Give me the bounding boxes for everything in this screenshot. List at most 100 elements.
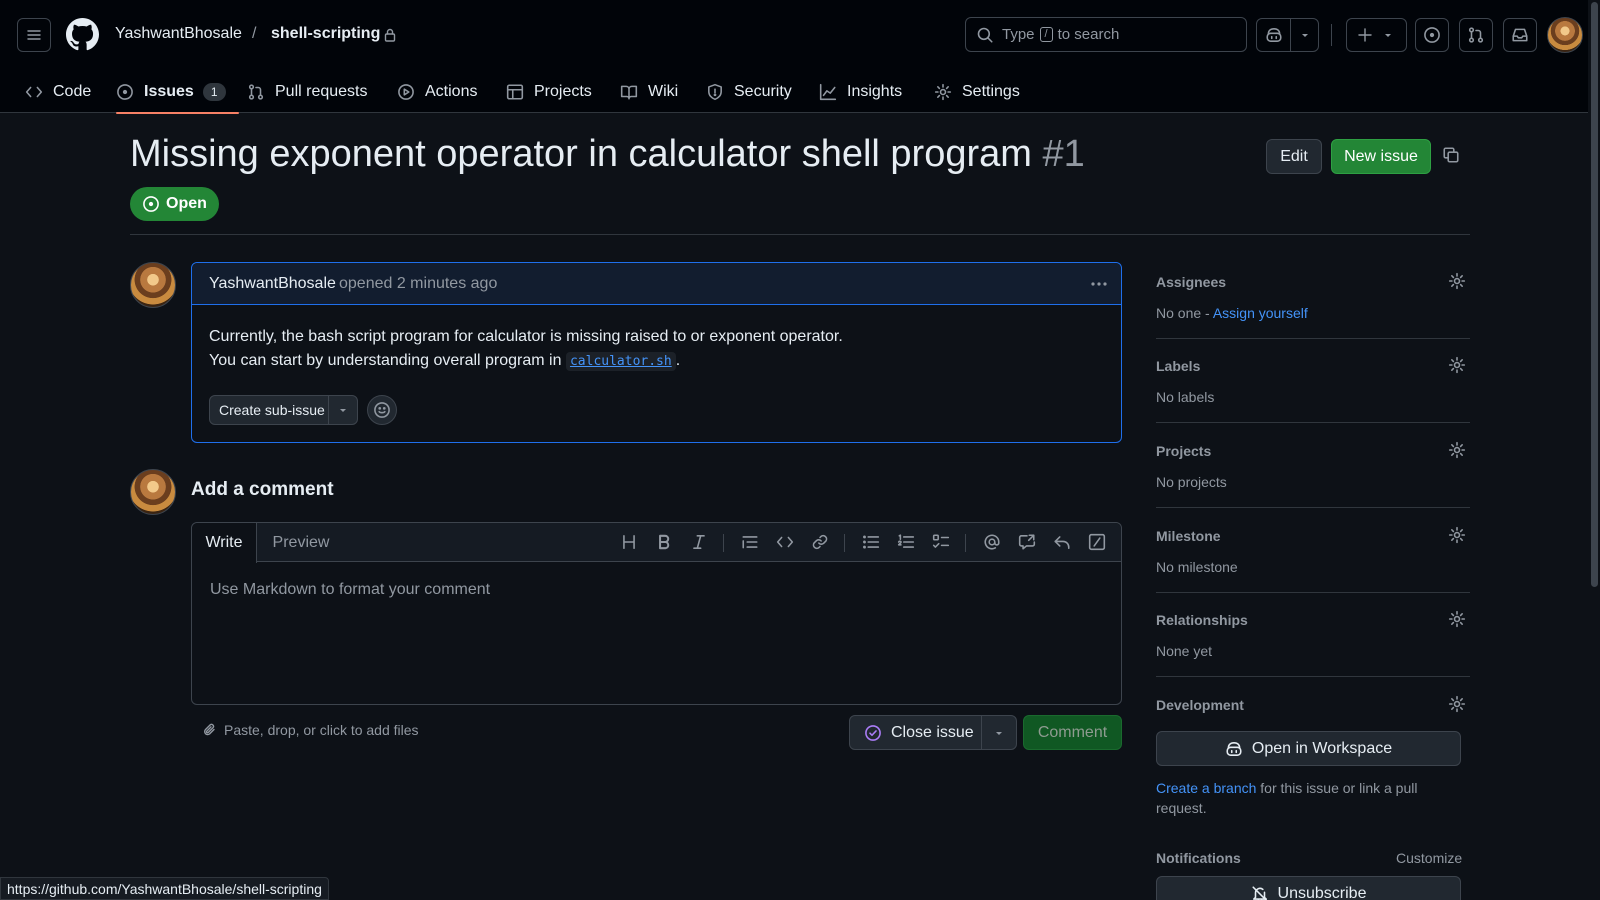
issue-opened-icon <box>1424 27 1440 43</box>
close-issue-dropdown[interactable] <box>982 728 1016 738</box>
assignees-heading: Assignees <box>1156 274 1227 290</box>
tab-pull-requests[interactable]: Pull requests <box>247 70 368 113</box>
comment-submit-button[interactable]: Comment <box>1023 715 1122 750</box>
sidebar-divider <box>1156 338 1470 339</box>
tab-insights-label: Insights <box>847 82 903 100</box>
cross-reference-icon[interactable] <box>1018 533 1036 551</box>
attach-files-area[interactable]: Paste, drop, or click to add files <box>202 722 419 738</box>
assign-yourself-link[interactable]: Assign yourself <box>1213 305 1308 321</box>
tab-wiki[interactable]: Wiki <box>620 70 678 113</box>
gear-icon[interactable] <box>1448 356 1466 374</box>
unsubscribe-button[interactable]: Unsubscribe <box>1156 876 1461 900</box>
open-in-workspace-button[interactable]: Open in Workspace <box>1156 731 1461 766</box>
gear-icon[interactable] <box>1448 610 1466 628</box>
breadcrumb-repo[interactable]: shell-scripting <box>271 25 380 43</box>
editor-toolbar: Write Preview <box>192 523 1121 563</box>
mention-icon[interactable] <box>983 533 1001 551</box>
scrollbar-thumb[interactable] <box>1591 2 1598 587</box>
menu-button[interactable] <box>17 18 51 52</box>
create-branch-link[interactable]: Create a branch <box>1156 780 1256 796</box>
edit-button[interactable]: Edit <box>1266 139 1322 174</box>
comment-line-2-prefix: You can start by understanding overall p… <box>209 352 562 369</box>
bold-icon[interactable] <box>655 533 673 551</box>
heading-icon[interactable] <box>620 533 638 551</box>
development-heading: Development <box>1156 697 1244 713</box>
breadcrumb-separator: / <box>252 25 257 42</box>
paperclip-icon <box>204 723 215 736</box>
kebab-horizontal-icon[interactable] <box>1089 275 1109 293</box>
close-issue-label-wrap: Close issue <box>850 716 983 749</box>
author-avatar[interactable] <box>130 262 176 308</box>
tab-settings-label: Settings <box>962 82 1020 100</box>
title-divider <box>130 234 1470 235</box>
search-input[interactable]: Type / to search <box>965 17 1247 52</box>
comment-timestamp[interactable]: opened 2 minutes ago <box>339 275 497 293</box>
tab-code[interactable]: Code <box>25 70 91 113</box>
tab-code-label: Code <box>53 82 92 100</box>
tab-issues-label: Issues <box>144 82 194 100</box>
create-sub-issue-label: Create sub-issue <box>210 396 330 424</box>
relationships-heading: Relationships <box>1156 612 1248 628</box>
add-reaction-button[interactable] <box>367 395 397 425</box>
table-icon <box>506 83 524 100</box>
search-icon <box>977 27 993 43</box>
copy-icon[interactable] <box>1442 146 1460 164</box>
comment-editor: Write Preview Use Markdown to format you… <box>191 522 1122 705</box>
gear-icon[interactable] <box>1448 526 1466 544</box>
create-new-button[interactable] <box>1346 18 1407 52</box>
gear-icon[interactable] <box>1448 695 1466 713</box>
assignees-value: No one - Assign yourself <box>1156 305 1308 321</box>
lock-icon <box>384 28 396 42</box>
comment-author[interactable]: YashwantBhosale <box>209 275 336 293</box>
gear-icon[interactable] <box>1448 441 1466 459</box>
tab-issues[interactable]: Issues 1 <box>116 70 239 114</box>
issue-body-comment: YashwantBhosale opened 2 minutes ago Cur… <box>191 262 1122 443</box>
code-icon[interactable] <box>776 533 794 551</box>
comment-line-1: Currently, the bash script program for c… <box>209 328 843 345</box>
tab-preview[interactable]: Preview <box>258 523 344 562</box>
gear-icon[interactable] <box>1448 272 1466 290</box>
github-logo-icon[interactable] <box>66 18 99 51</box>
link-icon[interactable] <box>811 533 829 551</box>
quote-icon[interactable] <box>741 533 759 551</box>
open-in-workspace-label: Open in Workspace <box>1251 739 1393 757</box>
comment-line-2-suffix: . <box>675 352 681 369</box>
current-user-avatar[interactable] <box>130 469 176 515</box>
copilot-button[interactable] <box>1256 18 1319 52</box>
milestone-heading: Milestone <box>1156 528 1221 544</box>
user-avatar[interactable] <box>1547 17 1583 53</box>
unordered-list-icon[interactable] <box>862 533 880 551</box>
issues-nav-button[interactable] <box>1415 18 1449 52</box>
tab-write[interactable]: Write <box>192 523 257 563</box>
comment-textarea[interactable]: Use Markdown to format your comment <box>210 581 490 599</box>
page-scrollbar[interactable] <box>1588 0 1600 900</box>
tasklist-icon[interactable] <box>932 533 950 551</box>
customize-link[interactable]: Customize <box>1396 850 1462 866</box>
tab-projects-label: Projects <box>534 82 592 100</box>
new-issue-button[interactable]: New issue <box>1331 139 1431 174</box>
ordered-list-icon[interactable] <box>897 533 915 551</box>
projects-value: No projects <box>1156 474 1227 490</box>
tab-security[interactable]: Security <box>706 70 792 113</box>
create-sub-issue-button[interactable]: Create sub-issue <box>209 395 358 425</box>
slash-command-icon[interactable] <box>1088 533 1106 551</box>
file-link-code[interactable]: calculator.sh <box>565 352 676 371</box>
smiley-icon <box>374 402 390 418</box>
sub-issue-dropdown[interactable] <box>329 405 357 415</box>
issue-state-badge: Open <box>130 187 219 221</box>
tab-settings[interactable]: Settings <box>934 70 1020 113</box>
reply-icon[interactable] <box>1053 533 1071 551</box>
milestone-value: No milestone <box>1156 559 1238 575</box>
issue-number: #1 <box>1042 133 1085 175</box>
close-issue-button[interactable]: Close issue <box>849 715 1017 750</box>
tab-projects[interactable]: Projects <box>506 70 592 113</box>
toolbar-separator <box>965 534 966 552</box>
breadcrumb-owner[interactable]: YashwantBhosale <box>115 25 242 43</box>
italic-icon[interactable] <box>690 533 708 551</box>
tab-insights[interactable]: Insights <box>819 70 902 113</box>
close-issue-label: Close issue <box>891 723 974 741</box>
pull-requests-nav-button[interactable] <box>1459 18 1493 52</box>
tab-actions[interactable]: Actions <box>397 70 477 113</box>
add-comment-heading: Add a comment <box>191 479 334 500</box>
inbox-button[interactable] <box>1503 18 1537 52</box>
